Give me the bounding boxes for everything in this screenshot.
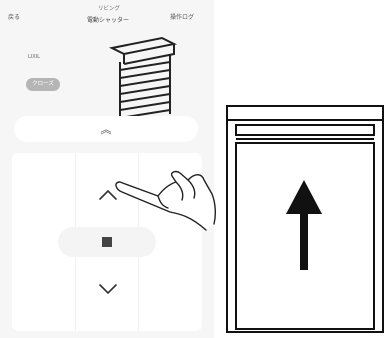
up-arrow-icon: [286, 180, 322, 270]
double-chevron-up-icon: ︽: [100, 123, 112, 136]
shutter-icon: [108, 36, 178, 119]
room-label: リビング: [97, 6, 120, 12]
shutter-diagram: [226, 105, 384, 333]
operation-log-link[interactable]: 操作ログ: [170, 12, 194, 21]
chevron-down-icon: [99, 284, 117, 295]
page-title: 電動シャッター: [86, 17, 129, 24]
pointing-hand-icon: [115, 170, 217, 231]
full-open-button[interactable]: ︽: [14, 116, 198, 142]
brand-label: LIXIL: [28, 54, 40, 60]
status-badge: クローズ: [26, 78, 60, 91]
close-button[interactable]: [80, 269, 136, 309]
back-link[interactable]: 戻る: [8, 12, 20, 21]
